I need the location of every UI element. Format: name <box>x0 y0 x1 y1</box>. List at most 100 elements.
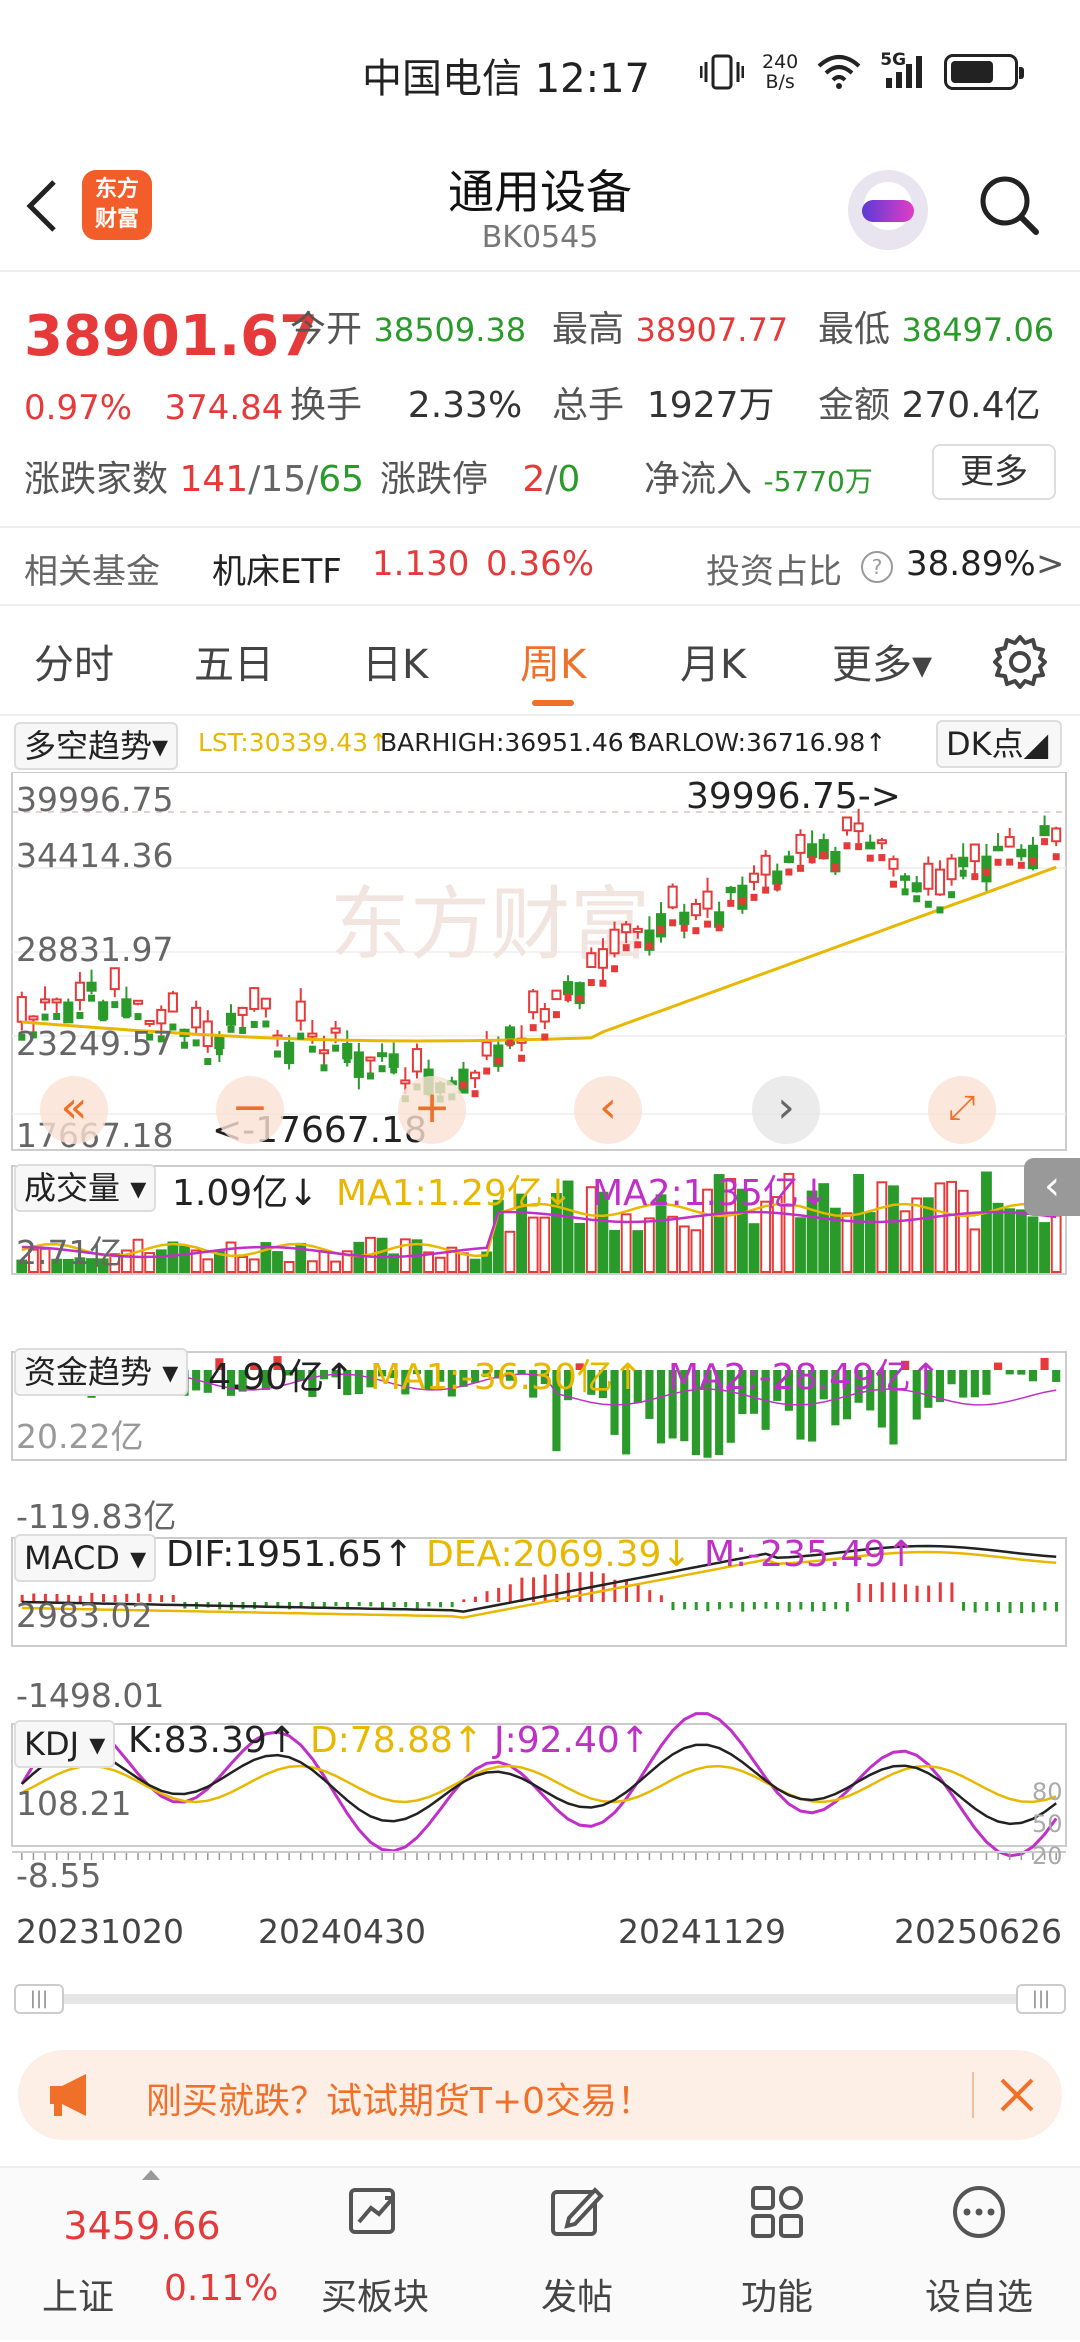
dk-segment <box>76 1011 84 1019</box>
volume-bar <box>1004 1208 1016 1273</box>
candle <box>621 923 632 934</box>
macd-selector[interactable]: MACD ▾ <box>14 1534 157 1582</box>
macd-bar <box>752 1602 756 1610</box>
dk-segment <box>471 1090 479 1098</box>
candle <box>772 870 783 885</box>
macd-bar <box>717 1602 721 1610</box>
range-handle-left[interactable]: ||| <box>14 1984 64 2014</box>
kdj-selector[interactable]: KDJ ▾ <box>14 1720 116 1768</box>
fund-bar <box>656 1370 666 1444</box>
macd-bar <box>601 1573 605 1602</box>
candle <box>737 884 748 910</box>
tab-five-day[interactable]: 五日 <box>194 632 274 690</box>
nav-add-watchlist[interactable]: 设自选 <box>894 2168 1064 2342</box>
d-value: D:78.88↑ <box>310 1720 484 1761</box>
candle <box>330 1027 341 1034</box>
volume-bar <box>888 1185 899 1274</box>
assistant-robot-icon[interactable] <box>848 170 928 250</box>
tab-monthly-k[interactable]: 月K <box>680 632 746 690</box>
nav-post[interactable]: 发帖 <box>492 2168 662 2342</box>
dk-point-button[interactable]: DK点◢ <box>936 720 1062 768</box>
candle <box>528 990 539 1014</box>
collapse-panel-button[interactable]: ‹ <box>1024 1158 1080 1216</box>
dk-segment <box>215 1048 223 1056</box>
price-tick: 34414.36 <box>16 836 174 875</box>
scroll-right-button[interactable]: › <box>752 1076 820 1144</box>
zoom-in-button[interactable]: + <box>398 1076 466 1144</box>
signal-icon: 5G <box>880 50 926 90</box>
macd-bars <box>20 1571 1059 1614</box>
macd-bar <box>892 1582 896 1602</box>
volume-bar <box>237 1255 249 1273</box>
dk-segment <box>657 926 665 934</box>
index-name: 上证 <box>42 2277 115 2318</box>
dk-segment <box>564 994 572 1002</box>
futures-ad-banner[interactable]: 刚买就跌？试试期货T+0交易！ <box>18 2050 1062 2140</box>
fund-trend-ma1: MA1:-36.30亿↑ <box>370 1357 643 1398</box>
fund-trend-selector[interactable]: 资金趋势 ▾ <box>14 1348 189 1396</box>
macd-bar <box>880 1582 884 1602</box>
breadth-stat: 涨跌家数 141/15/65 <box>24 459 365 500</box>
dk-segment <box>355 1064 363 1072</box>
candle <box>876 839 887 845</box>
fullscreen-icon[interactable]: ⤢ <box>928 1076 996 1144</box>
dk-segment <box>750 893 758 901</box>
fund-trend-value: 4.90亿↑ <box>208 1357 355 1398</box>
dk-segment <box>494 1057 502 1065</box>
scroll-left-fast-button[interactable]: « <box>40 1076 108 1144</box>
index-quote-shanghai[interactable]: 3459.66 上证 0.11% <box>22 2168 278 2342</box>
tab-more[interactable]: 更多▾ <box>832 632 932 690</box>
volume-bar <box>179 1245 190 1274</box>
volume-bar <box>248 1258 260 1273</box>
fund-bar <box>645 1370 654 1419</box>
close-icon[interactable] <box>998 2076 1036 2114</box>
net-speed: 240 B/s <box>762 51 799 93</box>
range-handle-right[interactable]: ||| <box>1016 1984 1066 2014</box>
volume-ma2: MA2:1.35亿↓ <box>592 1173 830 1214</box>
macd-bar <box>578 1572 582 1602</box>
tab-weekly-k[interactable]: 周K <box>520 632 586 706</box>
k-value: K:83.39↑ <box>128 1720 297 1761</box>
candle <box>74 981 85 1001</box>
kline-chart-area[interactable]: 多空趋势▾ LST:30339.43↑ BARHIGH:36951.46↑ BA… <box>0 716 1080 2014</box>
tab-daily-k[interactable]: 日K <box>362 632 428 690</box>
dk-segment <box>878 854 886 862</box>
macd-bar <box>508 1584 512 1602</box>
macd-bar <box>962 1602 966 1611</box>
max-price-marker: 39996.75-> <box>686 776 901 817</box>
range-scrollbar[interactable] <box>14 1994 1066 2004</box>
related-fund-row[interactable]: 相关基金 机床ETF 1.130 0.36% 投资占比 ? 38.89% > <box>0 526 1080 606</box>
macd-bar <box>369 1602 373 1607</box>
search-icon[interactable] <box>978 174 1040 236</box>
candle <box>295 1000 306 1022</box>
gear-icon[interactable] <box>992 634 1048 690</box>
kdj-tick-50: 50 <box>1032 1810 1063 1838</box>
dk-segment <box>483 1067 491 1075</box>
dk-segment <box>192 1039 200 1047</box>
tab-intraday[interactable]: 分时 <box>34 632 114 690</box>
help-icon[interactable]: ? <box>860 550 894 584</box>
dk-segment <box>680 924 688 932</box>
macd-bar <box>671 1602 675 1611</box>
scroll-left-button[interactable]: ‹ <box>574 1076 642 1144</box>
macd-bar <box>683 1602 687 1610</box>
nav-functions[interactable]: 功能 <box>692 2168 862 2342</box>
candle <box>260 997 271 1010</box>
index-pct: 0.11% <box>164 2268 279 2309</box>
volume-bar <box>353 1241 365 1273</box>
macd-bar <box>694 1602 698 1610</box>
volume-bar <box>957 1189 969 1273</box>
volume-selector[interactable]: 成交量 ▾ <box>14 1164 157 1212</box>
grid-icon <box>751 2186 803 2238</box>
more-button[interactable]: 更多 <box>932 444 1056 500</box>
dk-segment <box>262 1020 270 1028</box>
edit-icon <box>551 2187 604 2236</box>
main-indicator-selector[interactable]: 多空趋势▾ <box>14 722 179 770</box>
volume-bar <box>876 1181 888 1273</box>
candle <box>539 1008 550 1023</box>
zoom-out-button[interactable]: − <box>216 1076 284 1144</box>
dk-segment <box>936 906 944 914</box>
nav-buy-sector[interactable]: 买板块 <box>290 2168 460 2342</box>
dk-segment <box>959 869 967 877</box>
dk-segment <box>994 858 1002 866</box>
